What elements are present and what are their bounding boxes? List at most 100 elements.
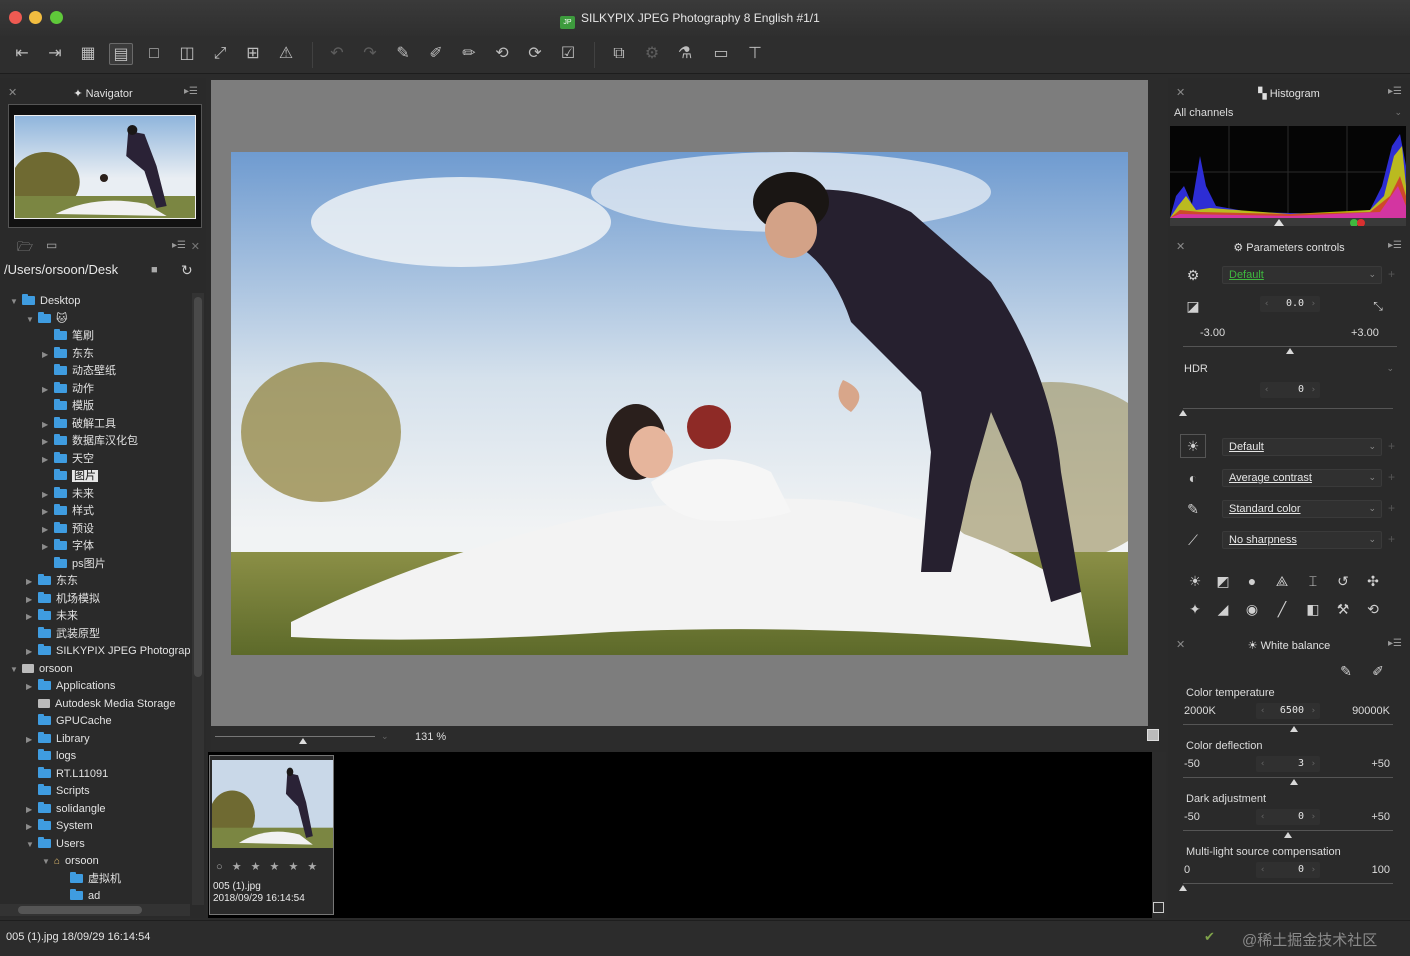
tree-item[interactable]: ▶ Applications xyxy=(26,678,115,695)
exposure-auto-icon[interactable]: ⤡ xyxy=(1368,296,1388,316)
tree-item[interactable]: ▼ ⌂ orsoon xyxy=(42,853,99,870)
compare-view-icon[interactable]: ◫ xyxy=(175,43,199,65)
composite-icon[interactable]: ⧉ xyxy=(607,43,631,65)
add-preset-icon[interactable]: + xyxy=(1388,439,1395,453)
expand-closed-icon[interactable]: ▶ xyxy=(26,801,38,818)
zoom-value[interactable]: 131 % xyxy=(415,731,446,743)
navigator-viewport[interactable] xyxy=(14,115,196,219)
tree-item[interactable]: ▼ orsoon xyxy=(10,661,73,678)
sharpness-select[interactable]: No sharpness ⌄ xyxy=(1222,531,1382,549)
folder-tab-icon[interactable]: 🗁 xyxy=(17,238,33,260)
crop-tool-icon[interactable]: ⌶ xyxy=(1303,571,1323,591)
tree-item[interactable]: ad xyxy=(58,888,100,903)
tree-item[interactable]: 模版 xyxy=(42,398,94,415)
expand-closed-icon[interactable]: ▶ xyxy=(26,818,38,835)
zoom-dropdown-icon[interactable]: ⌄ xyxy=(381,731,389,742)
spot-tool-icon[interactable]: ⚒ xyxy=(1333,599,1353,619)
expand-open-icon[interactable]: ▼ xyxy=(26,311,38,328)
tree-item[interactable]: ▶ 样式 xyxy=(42,503,94,520)
add-preset-icon[interactable]: + xyxy=(1388,532,1395,546)
expand-closed-icon[interactable]: ▶ xyxy=(26,643,38,660)
fish-tool-icon[interactable]: ◉ xyxy=(1242,599,1262,619)
wb-menu-icon[interactable]: ▸☰ xyxy=(1388,638,1402,649)
tree-item[interactable]: ▼ 🐱 xyxy=(26,311,67,328)
minimize-window-button[interactable] xyxy=(29,11,42,24)
tree-item[interactable]: ▶ 未来 xyxy=(42,486,94,503)
white-balance-icon[interactable]: ☀ xyxy=(1180,434,1206,458)
tree-item[interactable]: ▶ 字体 xyxy=(42,538,94,555)
add-preset-icon[interactable]: + xyxy=(1388,267,1395,281)
maximize-window-button[interactable] xyxy=(50,11,63,24)
rotate-left-icon[interactable]: ⟲ xyxy=(490,43,514,65)
browser-menu-icon[interactable]: ▸☰ xyxy=(172,240,186,251)
zoom-slider-knob[interactable] xyxy=(299,738,307,744)
paste-selected-icon[interactable]: ✏ xyxy=(457,43,481,65)
transform-tool-icon[interactable]: ⟲ xyxy=(1363,599,1383,619)
tree-item[interactable]: Autodesk Media Storage xyxy=(26,696,175,713)
navigator-menu-icon[interactable]: ▸☰ xyxy=(184,86,198,97)
wb-slider-track[interactable] xyxy=(1183,883,1393,884)
bulk-develop-icon[interactable]: ⚗ xyxy=(673,43,697,65)
fit-view-icon[interactable] xyxy=(1147,729,1159,741)
mark-icon[interactable]: ☑ xyxy=(556,43,580,65)
bookmark-icon[interactable]: ■ xyxy=(151,264,158,276)
channel-dropdown-icon[interactable]: ⌄ xyxy=(1394,107,1402,118)
add-preset-icon[interactable]: + xyxy=(1388,470,1395,484)
tree-item[interactable]: ▼ Desktop xyxy=(10,293,80,310)
film-thumbnail[interactable]: ○ ★ ★ ★ ★ ★ 005 (1).jpg 2018/09/29 16:14… xyxy=(209,755,334,915)
sharpen-tool-icon[interactable]: ⟁ xyxy=(1272,571,1292,591)
expand-closed-icon[interactable]: ▶ xyxy=(42,538,54,555)
tools-icon[interactable]: ⊤ xyxy=(743,43,767,65)
expand-closed-icon[interactable]: ▶ xyxy=(42,521,54,538)
navigator-thumbnail[interactable] xyxy=(8,104,202,228)
contrast-select[interactable]: Average contrast ⌄ xyxy=(1222,469,1382,487)
expand-closed-icon[interactable]: ▶ xyxy=(42,416,54,433)
expand-closed-icon[interactable]: ▶ xyxy=(42,486,54,503)
tree-item[interactable]: logs xyxy=(26,748,76,765)
wb-slider-value[interactable]: ‹ 0 › xyxy=(1256,862,1320,878)
filmstrip-scrollbar[interactable] xyxy=(1152,752,1166,918)
tree-item[interactable]: RT.L11091 xyxy=(26,766,108,783)
wb-picker-icon[interactable]: ✎ xyxy=(1336,661,1356,681)
grid-view-icon[interactable]: ▦ xyxy=(76,43,100,65)
tone-curve-tool-icon[interactable]: ◩ xyxy=(1213,571,1233,591)
undo-layout-icon[interactable]: ⇤ xyxy=(10,43,34,65)
tree-item[interactable]: 动态壁纸 xyxy=(42,363,116,380)
wb-slider-value[interactable]: ‹ 6500 › xyxy=(1256,703,1320,719)
params-menu-icon[interactable]: ▸☰ xyxy=(1388,240,1402,251)
tree-item[interactable]: ▶ SILKYPIX JPEG Photograp xyxy=(26,643,190,660)
multi-view-icon[interactable]: ⊞ xyxy=(241,43,265,65)
tree-item[interactable]: ▶ 破解工具 xyxy=(42,416,116,433)
expand-open-icon[interactable]: ▼ xyxy=(26,836,38,853)
color-select[interactable]: Standard color ⌄ xyxy=(1222,500,1382,518)
tree-item[interactable]: 武装原型 xyxy=(26,626,100,643)
exposure-slider-knob[interactable] xyxy=(1286,348,1294,354)
expand-open-icon[interactable]: ▼ xyxy=(42,853,54,870)
pen-tool-icon[interactable]: ╱ xyxy=(1272,599,1292,619)
brush-tool-icon[interactable]: ✦ xyxy=(1185,599,1205,619)
tree-item[interactable]: ▶ 动作 xyxy=(42,381,94,398)
white-balance-select[interactable]: Default ⌄ xyxy=(1222,438,1382,456)
tree-vertical-scrollbar[interactable] xyxy=(192,293,204,905)
expand-closed-icon[interactable]: ▶ xyxy=(26,591,38,608)
expand-closed-icon[interactable]: ▶ xyxy=(26,678,38,695)
wb-slider-knob[interactable] xyxy=(1290,726,1299,732)
tree-item[interactable]: ▶ System xyxy=(26,818,93,835)
tree-horizontal-scrollbar[interactable] xyxy=(0,904,190,916)
preview-thumbnail-view-icon[interactable]: ▤ xyxy=(109,43,133,65)
wb-slider-track[interactable] xyxy=(1183,724,1393,725)
tree-item[interactable]: ▶ 数据库汉化包 xyxy=(42,433,138,450)
wb-slider-knob[interactable] xyxy=(1290,779,1299,785)
gradient-tool-icon[interactable]: ◢ xyxy=(1213,599,1233,619)
tree-item[interactable]: ▶ 机场模拟 xyxy=(26,591,100,608)
tree-item[interactable]: 笔刷 xyxy=(42,328,94,345)
tree-item[interactable]: ▶ 东东 xyxy=(42,346,94,363)
image-viewer[interactable] xyxy=(211,80,1148,726)
fullscreen-icon[interactable]: ⤢ xyxy=(208,43,232,65)
tree-item[interactable]: GPUCache xyxy=(26,713,112,730)
tree-item[interactable]: ▶ 天空 xyxy=(42,451,94,468)
expand-closed-icon[interactable]: ▶ xyxy=(26,731,38,748)
tree-item[interactable]: ps图片 xyxy=(42,556,106,573)
add-preset-icon[interactable]: + xyxy=(1388,501,1395,515)
close-browser-icon[interactable]: ✕ xyxy=(191,240,200,253)
